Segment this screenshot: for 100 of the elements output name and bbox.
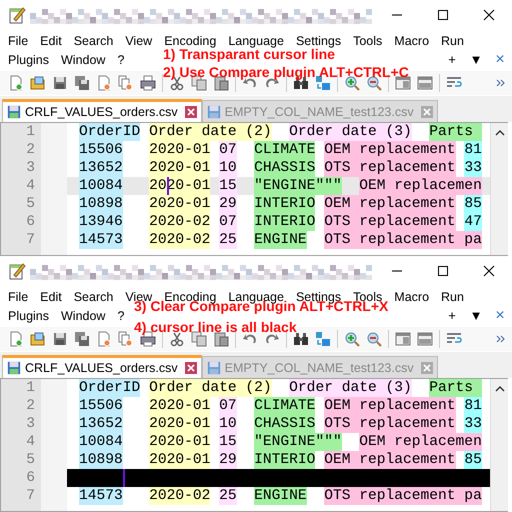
menu-item[interactable]: File bbox=[2, 290, 34, 304]
highlighted-text: 81 bbox=[464, 397, 482, 415]
close-tab-icon[interactable] bbox=[184, 106, 197, 118]
close-file-icon[interactable] bbox=[96, 75, 112, 91]
line-number: 4 bbox=[25, 433, 36, 451]
highlighted-text: Parts bbox=[429, 379, 482, 397]
zoom-out-icon[interactable] bbox=[366, 331, 382, 347]
menu-item[interactable]: Plugins bbox=[2, 52, 55, 66]
menu-item[interactable]: Macro bbox=[388, 290, 436, 304]
line-number: 5 bbox=[25, 195, 36, 213]
line-number: 7 bbox=[25, 231, 36, 249]
highlighted-text: Parts bbox=[429, 123, 482, 141]
menu-item[interactable]: Search bbox=[68, 290, 120, 304]
file-tab[interactable]: CRLF_VALUES_orders.csv bbox=[2, 99, 202, 122]
menu-button[interactable]: ▼ bbox=[464, 308, 488, 323]
highlighted-text: 2020-01 bbox=[149, 141, 210, 159]
highlighted-text: Order date (3) bbox=[289, 379, 412, 397]
text-cursor bbox=[166, 177, 169, 195]
highlighted-text: CHASSIS bbox=[254, 159, 316, 177]
highlighted-text: 13946 bbox=[79, 213, 123, 231]
highlighted-text: 07 bbox=[219, 397, 237, 415]
chevron-icon[interactable] bbox=[496, 335, 506, 343]
notepad-icon bbox=[8, 6, 26, 24]
highlighted-text: OEM replacement bbox=[324, 397, 456, 415]
replace-icon[interactable] bbox=[315, 331, 331, 347]
highlighted-text: ENGINE bbox=[254, 231, 307, 249]
highlighted-text: OrderID bbox=[79, 379, 140, 397]
highlighted-text: 15506 bbox=[79, 397, 123, 415]
paste-icon[interactable] bbox=[213, 331, 229, 347]
close-file-icon[interactable] bbox=[96, 331, 112, 347]
scrollbar[interactable] bbox=[490, 123, 508, 255]
menu-item[interactable]: Tools bbox=[347, 34, 388, 48]
menu-item[interactable]: Plugins bbox=[2, 308, 55, 322]
highlighted-text: 29 bbox=[219, 451, 237, 469]
highlighted-text: OTS replacement bbox=[324, 213, 456, 231]
menu-item[interactable]: Window bbox=[55, 308, 112, 322]
menu-button[interactable]: × bbox=[488, 306, 512, 324]
binoculars-icon[interactable] bbox=[293, 331, 309, 347]
highlighted-text: CHASSIS bbox=[254, 415, 316, 433]
chevron-icon[interactable] bbox=[496, 79, 506, 87]
menu-item[interactable]: Settings bbox=[290, 34, 348, 48]
menu-item[interactable]: Encoding bbox=[158, 34, 222, 48]
menu-item[interactable]: View bbox=[119, 34, 158, 48]
highlighted-text: Order date (2) bbox=[149, 123, 272, 141]
highlighted-text: INTERIO bbox=[254, 213, 316, 231]
close-tab-icon[interactable] bbox=[420, 106, 433, 118]
highlighted-text: 14573 bbox=[79, 231, 123, 249]
highlighted-text: 81 bbox=[464, 141, 482, 159]
menu-item[interactable]: ? bbox=[111, 52, 130, 66]
annotation-text: 4) cursor line is all black bbox=[134, 319, 297, 335]
scroll-up-icon[interactable] bbox=[494, 129, 504, 137]
close-all-icon[interactable] bbox=[118, 75, 134, 91]
menu-item[interactable]: Search bbox=[68, 34, 120, 48]
scissors-icon[interactable] bbox=[169, 331, 185, 347]
menu-button[interactable]: × bbox=[488, 50, 512, 68]
menu-item[interactable]: Run bbox=[435, 290, 470, 304]
window-icon[interactable] bbox=[395, 331, 411, 347]
highlighted-text: "ENGINE""" bbox=[254, 177, 342, 195]
highlighted-text: Order date (3) bbox=[289, 123, 412, 141]
menu-item[interactable]: Edit bbox=[34, 290, 68, 304]
menu-item[interactable]: Language bbox=[222, 34, 290, 48]
menu-item[interactable]: ? bbox=[111, 308, 130, 322]
window-icon[interactable] bbox=[417, 75, 433, 91]
menu-button[interactable]: + bbox=[440, 52, 464, 67]
menu-button[interactable]: ▼ bbox=[464, 52, 488, 67]
open-folder-icon[interactable] bbox=[30, 331, 46, 347]
close-all-icon[interactable] bbox=[118, 331, 134, 347]
close-tab-icon[interactable] bbox=[420, 362, 433, 374]
menu-item[interactable]: Macro bbox=[388, 34, 436, 48]
window-icon[interactable] bbox=[417, 331, 433, 347]
highlighted-text: 29 bbox=[219, 195, 237, 213]
scroll-up-icon[interactable] bbox=[494, 385, 504, 393]
save-icon[interactable] bbox=[52, 331, 68, 347]
new-file-icon[interactable] bbox=[8, 331, 24, 347]
highlighted-text: 2020-02 bbox=[149, 213, 210, 231]
new-file-icon[interactable] bbox=[8, 75, 24, 91]
menu-button[interactable]: + bbox=[440, 308, 464, 323]
highlighted-text: 85 bbox=[464, 451, 482, 469]
scrollbar[interactable] bbox=[490, 379, 508, 511]
highlighted-text: 2020-02 bbox=[149, 487, 210, 505]
save-all-icon[interactable] bbox=[74, 331, 90, 347]
highlighted-text: 47 bbox=[464, 213, 482, 231]
open-folder-icon[interactable] bbox=[30, 75, 46, 91]
close-tab-icon[interactable] bbox=[184, 362, 197, 374]
text-cursor bbox=[122, 469, 125, 487]
line-number: 5 bbox=[25, 451, 36, 469]
printer-icon[interactable] bbox=[140, 75, 156, 91]
copy-icon[interactable] bbox=[191, 331, 207, 347]
save-all-icon[interactable] bbox=[74, 75, 90, 91]
highlighted-text: ENGINE bbox=[254, 487, 307, 505]
file-tab[interactable]: CRLF_VALUES_orders.csv bbox=[2, 355, 202, 378]
menu-item[interactable]: Run bbox=[435, 34, 470, 48]
menu-item[interactable]: File bbox=[2, 34, 34, 48]
menu-item[interactable]: Window bbox=[55, 52, 112, 66]
menu-item[interactable]: Edit bbox=[34, 34, 68, 48]
save-icon[interactable] bbox=[52, 75, 68, 91]
highlighted-text: 2020-01 bbox=[149, 195, 210, 213]
zoom-in-icon[interactable] bbox=[344, 331, 360, 347]
line-number: 3 bbox=[25, 415, 36, 433]
highlighted-text: 10898 bbox=[79, 451, 123, 469]
